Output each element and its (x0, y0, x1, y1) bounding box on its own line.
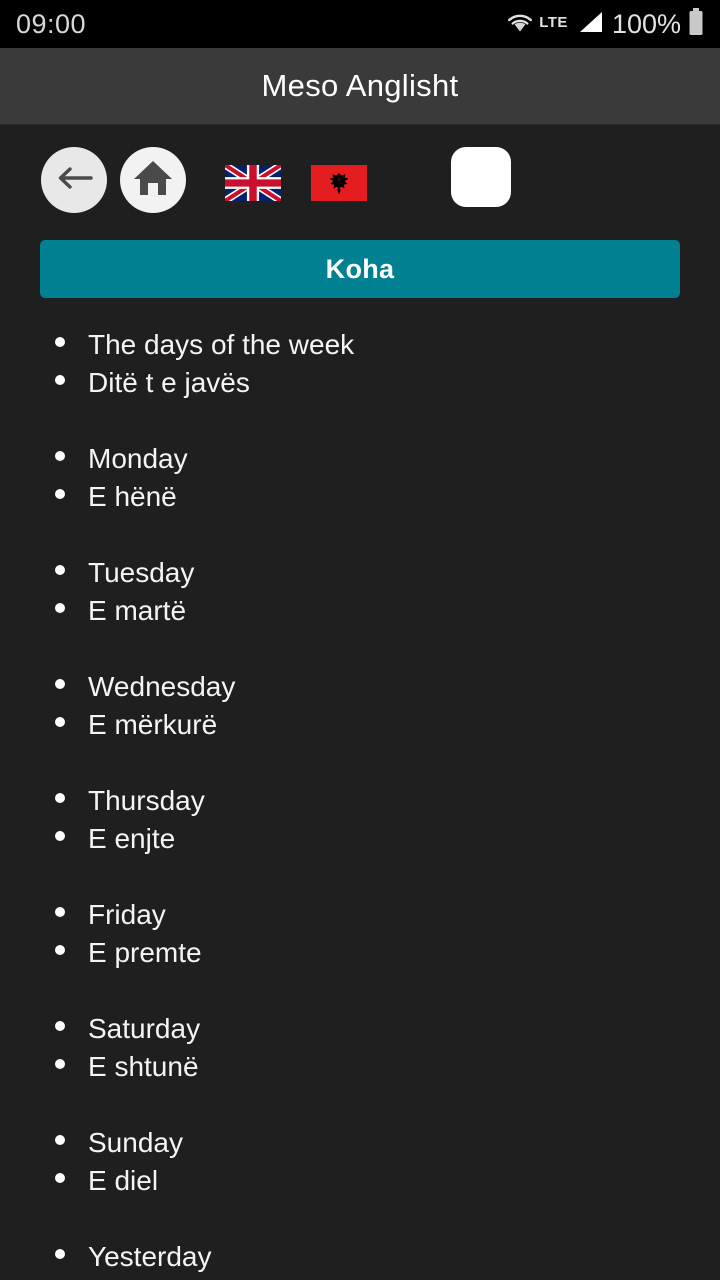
word-line-english: Sunday (55, 1124, 680, 1162)
word-line-english: Yesterday (55, 1238, 680, 1276)
bullet-icon (55, 717, 65, 727)
section-banner[interactable]: Koha (40, 240, 680, 298)
word-line-albanian-text: E shtunë (88, 1051, 199, 1082)
word-line-english-text: Thursday (88, 785, 205, 816)
battery-percent-label: 100% (611, 8, 681, 39)
word-pair-group: Yesterday (55, 1238, 680, 1276)
home-icon (132, 158, 174, 203)
word-line-albanian: E enjte (55, 820, 680, 858)
bullet-icon (55, 565, 65, 575)
bullet-icon (55, 1249, 65, 1259)
uk-flag-icon (225, 165, 281, 201)
word-line-english-text: Sunday (88, 1127, 183, 1158)
word-line-english: Thursday (55, 782, 680, 820)
moon-icon (459, 153, 503, 202)
word-line-english: The days of the week (55, 326, 680, 364)
bullet-icon (55, 1021, 65, 1031)
back-arrow-icon (53, 163, 95, 198)
status-bar-indicators: LTE 100% (506, 7, 704, 41)
word-pair-group: Tuesday E martë (55, 554, 680, 630)
vocabulary-list: The days of the week Ditë t e javës Monday… (0, 326, 720, 1276)
word-line-english-text: The days of the week (88, 329, 355, 360)
bullet-icon (55, 1135, 65, 1145)
word-line-english-text: Saturday (88, 1013, 201, 1044)
word-line-english: Friday (55, 896, 680, 934)
bullet-icon (55, 945, 65, 955)
word-line-albanian-text: E diel (88, 1165, 159, 1196)
bullet-icon (55, 489, 65, 499)
word-line-english: Tuesday (55, 554, 680, 592)
word-pair-group: Thursday E enjte (55, 782, 680, 858)
word-line-english: Monday (55, 440, 680, 478)
bullet-icon (55, 603, 65, 613)
word-line-albanian-text: E enjte (88, 823, 176, 854)
word-line-albanian: E shtunë (55, 1048, 680, 1086)
word-line-albanian-text: Ditë t e javës (88, 367, 250, 398)
home-button[interactable] (120, 147, 186, 213)
bullet-icon (55, 337, 65, 347)
back-button[interactable] (41, 147, 107, 213)
word-line-albanian: E hënë (55, 478, 680, 516)
app-bar: Meso Anglisht (0, 48, 720, 125)
bullet-icon (55, 1173, 65, 1183)
word-pair-group: The days of the week Ditë t e javës (55, 326, 680, 402)
page-title: Meso Anglisht (261, 68, 459, 103)
word-line-albanian-text: E premte (88, 937, 202, 968)
word-line-albanian: E premte (55, 934, 680, 972)
network-type-label: LTE (539, 13, 568, 31)
wifi-icon (506, 11, 534, 38)
word-line-english-text: Tuesday (88, 557, 195, 588)
word-pair-group: Sunday E diel (55, 1124, 680, 1200)
word-pair-group: Saturday E shtunë (55, 1010, 680, 1086)
status-bar-clock: 09:00 (16, 8, 87, 39)
signal-bars-icon (577, 10, 605, 39)
word-line-english-text: Monday (88, 443, 188, 474)
word-line-english-text: Friday (88, 899, 166, 930)
bullet-icon (55, 451, 65, 461)
word-line-english: Saturday (55, 1010, 680, 1048)
language-button-albanian[interactable] (311, 165, 367, 201)
word-pair-group: Wednesday E mërkurë (55, 668, 680, 744)
word-line-albanian-text: E hënë (88, 481, 177, 512)
word-line-english: Wednesday (55, 668, 680, 706)
bullet-icon (55, 831, 65, 841)
status-bar: 09:00 LTE 100% (0, 0, 720, 48)
bullet-icon (55, 1059, 65, 1069)
bullet-icon (55, 375, 65, 385)
word-line-albanian: E martë (55, 592, 680, 630)
word-line-albanian-text: E martë (88, 595, 187, 626)
word-line-albanian: E mërkurë (55, 706, 680, 744)
battery-full-icon (688, 7, 704, 41)
word-line-albanian: E diel (55, 1162, 680, 1200)
bullet-icon (55, 679, 65, 689)
word-line-english-text: Yesterday (88, 1241, 212, 1272)
toolbar (0, 125, 720, 240)
dark-mode-toggle[interactable] (451, 147, 511, 207)
albania-flag-icon (311, 165, 367, 201)
word-pair-group: Friday E premte (55, 896, 680, 972)
language-button-english[interactable] (225, 165, 281, 201)
word-line-albanian: Ditë t e javës (55, 364, 680, 402)
section-title: Koha (325, 253, 395, 284)
word-line-english-text: Wednesday (88, 671, 236, 702)
bullet-icon (55, 907, 65, 917)
word-line-albanian-text: E mërkurë (88, 709, 218, 740)
bullet-icon (55, 793, 65, 803)
word-pair-group: Monday E hënë (55, 440, 680, 516)
